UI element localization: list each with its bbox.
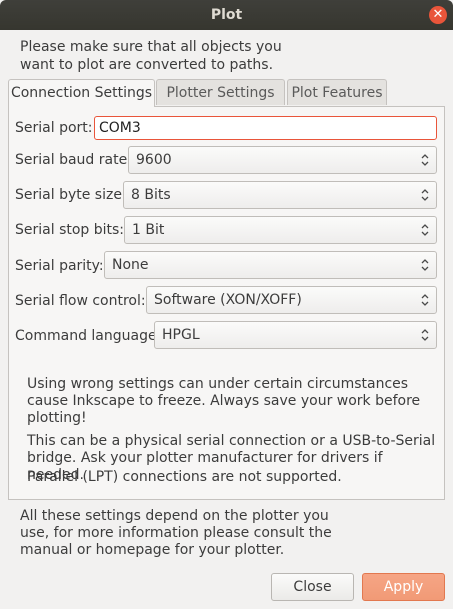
parity-select[interactable]: None [104,251,437,279]
stop-bits-select[interactable]: 1 Bit [124,216,437,244]
stop-bits-label: Serial stop bits: [15,222,125,238]
flow-control-label: Serial flow control: [15,293,146,309]
byte-size-value: 8 Bits [131,187,171,203]
window-title: Plot [210,7,243,23]
close-icon[interactable]: ✕ [429,6,447,24]
spin-arrows-icon [421,259,429,271]
byte-size-select[interactable]: 8 Bits [123,181,437,209]
command-language-value: HPGL [162,327,200,343]
spin-arrows-icon [421,189,429,201]
baud-rate-label: Serial baud rate: [15,152,132,168]
intro-text: Please make sure that all objects you wa… [20,39,282,73]
apply-button[interactable]: Apply [362,573,445,601]
spin-arrows-icon [421,154,429,166]
byte-size-label: Serial byte size: [15,187,127,203]
flow-control-value: Software (XON/XOFF) [154,292,302,308]
parity-value: None [112,257,149,273]
title-bar[interactable]: Plot ✕ [0,0,453,30]
parity-label: Serial parity: [15,258,104,274]
baud-rate-select[interactable]: 9600 [128,146,437,174]
spin-arrows-icon [421,294,429,306]
command-language-select[interactable]: HPGL [154,321,437,349]
footer-note: All these settings depend on the plotter… [20,508,332,558]
spin-arrows-icon [421,329,429,341]
parallel-note: Parallel (LPT) connections are not suppo… [27,469,342,485]
spin-arrows-icon [421,224,429,236]
warning-note: Using wrong settings can under certain c… [27,376,421,426]
flow-control-select[interactable]: Software (XON/XOFF) [146,286,437,314]
stop-bits-value: 1 Bit [132,222,165,238]
plot-dialog: Plot ✕ Please make sure that all objects… [0,0,453,609]
serial-port-input[interactable]: COM3 [94,116,437,140]
close-button[interactable]: Close [271,573,354,601]
serial-port-label: Serial port: [15,120,93,136]
tab-plot-features[interactable]: Plot Features [287,79,387,105]
baud-rate-value: 9600 [136,152,172,168]
command-language-label: Command language: [15,328,162,344]
tab-plotter-settings[interactable]: Plotter Settings [156,79,285,105]
tab-connection-settings[interactable]: Connection Settings [8,79,155,107]
